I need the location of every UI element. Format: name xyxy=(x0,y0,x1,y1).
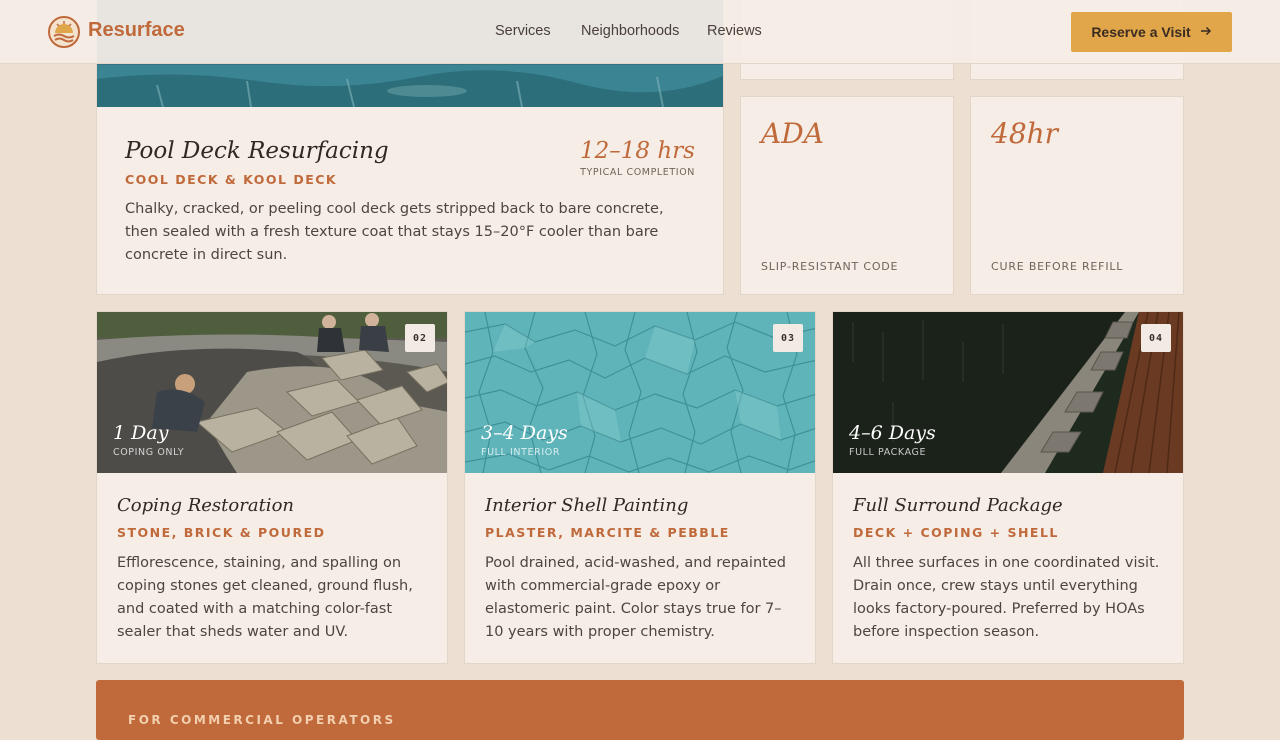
reserve-visit-button[interactable]: Reserve a Visit xyxy=(1071,12,1232,52)
service-duration: 3–4 Days xyxy=(481,422,568,444)
stat-label: SLIP-RESISTANT CODE xyxy=(761,260,899,273)
service-description: All three surfaces in one coordinated vi… xyxy=(853,555,1160,640)
service-description: Efflorescence, staining, and spalling on… xyxy=(117,555,413,640)
sun-pool-logo-icon[interactable] xyxy=(48,16,80,48)
service-title: Coping Restoration xyxy=(117,495,294,516)
service-number-badge: 04 xyxy=(1141,324,1171,352)
service-duration: 1 Day xyxy=(113,422,169,444)
banner-kicker: FOR COMMERCIAL OPERATORS xyxy=(128,713,396,727)
service-card-interior[interactable]: 03 3–4 Days FULL INTERIOR Interior Shell… xyxy=(464,311,816,664)
service-duration-label: COPING ONLY xyxy=(113,447,185,458)
site-header: Resurface Services Neighborhoods Reviews… xyxy=(0,0,1280,64)
stat-value: 48hr xyxy=(991,117,1059,150)
nav-reviews[interactable]: Reviews xyxy=(707,23,762,39)
service-number-badge: 03 xyxy=(773,324,803,352)
featured-subtitle: COOL DECK & KOOL DECK xyxy=(125,172,338,187)
nav-services[interactable]: Services xyxy=(495,23,551,39)
service-title: Interior Shell Painting xyxy=(485,495,689,516)
featured-description: Chalky, cracked, or peeling cool deck ge… xyxy=(125,201,664,263)
service-subtitle: PLASTER, MARCITE & PEBBLE xyxy=(485,525,730,540)
stat-card-ada: ADA SLIP-RESISTANT CODE xyxy=(740,96,954,295)
arrow-right-icon xyxy=(1200,24,1212,40)
nav-neighborhoods[interactable]: Neighborhoods xyxy=(581,23,679,39)
commercial-banner: FOR COMMERCIAL OPERATORS xyxy=(96,680,1184,740)
stat-value: ADA xyxy=(761,117,824,150)
service-title: Full Surround Package xyxy=(853,495,1063,516)
service-duration: 4–6 Days xyxy=(849,422,936,444)
stat-label: CURE BEFORE REFILL xyxy=(991,260,1124,273)
stat-card-cure: 48hr CURE BEFORE REFILL xyxy=(970,96,1184,295)
service-subtitle: STONE, BRICK & POURED xyxy=(117,525,326,540)
service-description: Pool drained, acid-washed, and repainted… xyxy=(485,555,786,640)
reserve-visit-label: Reserve a Visit xyxy=(1091,24,1191,40)
service-subtitle: DECK + COPING + SHELL xyxy=(853,525,1059,540)
service-duration-label: FULL PACKAGE xyxy=(849,447,927,458)
featured-title: Pool Deck Resurfacing xyxy=(125,138,389,164)
service-number-badge: 02 xyxy=(405,324,435,352)
service-duration-label: FULL INTERIOR xyxy=(481,447,561,458)
service-card-coping[interactable]: 02 1 Day COPING ONLY Coping Restoration … xyxy=(96,311,448,664)
featured-time: 12–18 hrs xyxy=(580,138,695,164)
brand-name[interactable]: Resurface xyxy=(88,19,185,42)
service-card-full-surround[interactable]: 04 4–6 Days FULL PACKAGE Full Surround P… xyxy=(832,311,1184,664)
featured-time-label: TYPICAL COMPLETION xyxy=(580,167,695,178)
